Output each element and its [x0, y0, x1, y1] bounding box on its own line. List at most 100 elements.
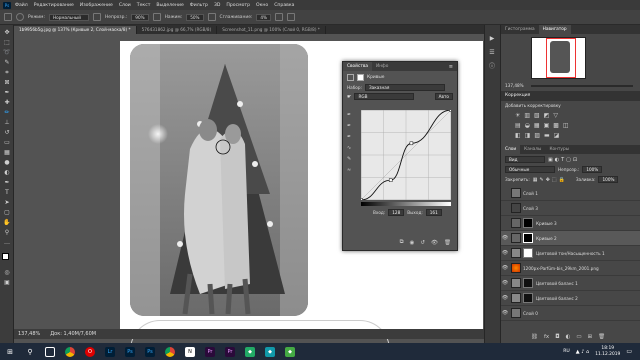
layer-opacity-input[interactable]: 100% [582, 166, 603, 173]
properties-panel-icon[interactable]: ☰ [488, 49, 496, 56]
layer-row[interactable]: Слой 1 [501, 186, 640, 201]
curve-pencil-icon[interactable]: ✎ [347, 154, 355, 165]
lock-icons[interactable]: ▦✎✥⬚🔒 [533, 177, 567, 183]
blend-mode-select[interactable]: Обычные [505, 166, 555, 173]
brush-preset-icon[interactable] [16, 13, 24, 21]
tab-info[interactable]: Инфо [372, 62, 392, 71]
layer-mask-thumbnail[interactable] [523, 293, 533, 303]
menu-item-filter[interactable]: Фильтр [190, 3, 208, 8]
menu-item-select[interactable]: Выделение [156, 3, 183, 8]
more-tools-icon[interactable]: … [3, 239, 11, 246]
airbrush-icon[interactable] [207, 13, 216, 21]
layer-mask-thumbnail[interactable] [523, 248, 533, 258]
blur-tool-icon[interactable]: ● [3, 159, 11, 166]
notion-icon[interactable]: N [180, 343, 200, 360]
crop-tool-icon[interactable]: ⌗ [3, 69, 11, 76]
curve-control-point[interactable] [449, 110, 452, 112]
info-panel-icon[interactable]: ⓘ [488, 63, 496, 70]
screen-mode-icon[interactable]: ▣ [3, 279, 11, 286]
dodge-tool-icon[interactable]: ◐ [3, 169, 11, 176]
premiere-icon[interactable]: Pr [200, 343, 220, 360]
layer-row[interactable]: 👁 Цветовой тон/Насыщенность 1 [501, 246, 640, 261]
history-panel-icon[interactable]: ▶ [488, 35, 496, 42]
trash-icon[interactable]: 🗑 [444, 240, 451, 246]
start-button[interactable]: ⊞ [0, 343, 20, 360]
curve-control-point[interactable] [409, 141, 414, 146]
menu-item-type[interactable]: Текст [137, 3, 151, 8]
clock[interactable]: 18:19 11.12.2019 [595, 346, 620, 358]
visibility-icon[interactable]: 👁 [501, 280, 509, 286]
layer-mask-thumbnail[interactable] [523, 233, 533, 243]
menu-item-window[interactable]: Окно [256, 3, 268, 8]
app-icon-3[interactable]: ◆ [280, 343, 300, 360]
tab-paths[interactable]: Контуры [545, 145, 573, 154]
quick-select-tool-icon[interactable]: ✎ [3, 59, 11, 66]
curve-control-point[interactable] [388, 178, 393, 182]
layer-row[interactable]: 👁 Слой 0 [501, 306, 640, 321]
curve-point-icon[interactable]: ∿ [347, 143, 355, 154]
search-icon[interactable]: ⚲ [20, 343, 40, 360]
layer-row[interactable]: Кривые 3 [501, 216, 640, 231]
navigator-preview[interactable] [531, 37, 586, 79]
new-group-icon[interactable]: ▭ [576, 334, 581, 340]
layer-mask-thumbnail[interactable] [523, 278, 533, 288]
link-layers-icon[interactable]: ⛓ [531, 334, 538, 340]
eyedropper-white-icon[interactable]: ✒ [347, 132, 355, 143]
view-previous-icon[interactable]: ◉ [410, 240, 415, 246]
pressure-icon[interactable] [152, 13, 161, 21]
tab-document-2[interactable]: 576431862.jpg @ 66,7% (RGB/8) [137, 26, 218, 34]
reset-icon[interactable]: ↺ [420, 240, 425, 246]
menu-item-layers[interactable]: Слои [119, 3, 131, 8]
hand-tool-icon[interactable]: ✋ [3, 219, 11, 226]
clip-to-layer-icon[interactable]: ⧉ [400, 239, 404, 246]
opera-icon[interactable]: O [80, 343, 100, 360]
opacity-input[interactable]: 90% [131, 13, 149, 21]
eraser-tool-icon[interactable]: ▭ [3, 139, 11, 146]
chrome-icon-2[interactable] [160, 343, 180, 360]
curve-graph[interactable] [361, 110, 451, 200]
navigator-view-box[interactable] [546, 38, 576, 78]
tab-document-3[interactable]: Screenshot_11.png @ 100% (Слой 0, RGB/8)… [217, 26, 326, 34]
layer-row-active[interactable]: 👁 Кривые 2 [501, 231, 640, 246]
visibility-icon[interactable]: 👁 [501, 265, 509, 271]
corrections-icons[interactable]: ☀▥▧◩▽ ▤◒▦▣▩◫ ◧◨▨▬◪ [515, 111, 625, 141]
trash-icon[interactable]: 🗑 [598, 334, 605, 340]
foreground-color-swatch[interactable] [2, 253, 9, 260]
pen-tool-icon[interactable]: ✒ [3, 179, 11, 186]
lightroom-icon[interactable]: Lr [100, 343, 120, 360]
visibility-icon[interactable]: 👁 [501, 295, 509, 301]
smooth-curve-icon[interactable]: ≈ [347, 165, 355, 176]
smoothing-input[interactable]: 4% [256, 13, 272, 21]
channel-select[interactable]: RGB [354, 93, 415, 100]
tab-document-1[interactable]: 1b9956b5g.jpg @ 137% (Кривые 2, Слой-мас… [14, 26, 137, 34]
gradient-tool-icon[interactable]: ▦ [3, 149, 11, 156]
menu-item-image[interactable]: Изображение [80, 3, 113, 8]
menu-item-file[interactable]: Файл [15, 3, 28, 8]
eyedropper-gray-icon[interactable]: ✒ [347, 121, 355, 132]
stamp-tool-icon[interactable]: ⊥ [3, 119, 11, 126]
tool-preset-icon[interactable] [4, 13, 12, 21]
layer-filter-select[interactable]: Вид [505, 156, 545, 163]
tray-icons[interactable]: ▲ ♪ ⌂ [576, 349, 589, 355]
layer-row[interactable]: 👁 1200px-Parfüm-bis_29km_2001.png [501, 261, 640, 276]
photoshop-taskbar-icon-2[interactable]: Ps [140, 343, 160, 360]
hand-adjust-icon[interactable]: ☛ [347, 94, 351, 100]
frame-tool-icon[interactable]: ⊠ [3, 79, 11, 86]
mode-select[interactable]: Нормальный [48, 13, 89, 21]
navigator-zoom-slider[interactable] [530, 84, 633, 87]
layer-filter-icons[interactable]: ▣◐T▢⊡ [548, 157, 579, 163]
visibility-icon[interactable]: 👁 [431, 240, 438, 246]
add-mask-icon[interactable]: ◘ [555, 334, 559, 340]
lasso-tool-icon[interactable]: ➰ [3, 49, 11, 56]
type-tool-icon[interactable]: T [3, 189, 11, 196]
input-value[interactable]: 128 [388, 209, 405, 216]
move-tool-icon[interactable]: ✥ [3, 29, 11, 36]
brush-tool-icon[interactable]: ✏ [3, 109, 11, 116]
layer-mask-thumbnail[interactable] [523, 218, 533, 228]
healing-tool-icon[interactable]: ✚ [3, 99, 11, 106]
visibility-icon[interactable]: 👁 [501, 250, 509, 256]
corrections-header[interactable]: Коррекция [501, 91, 640, 101]
app-icon-2[interactable]: ◆ [260, 343, 280, 360]
menu-item-help[interactable]: Справка [274, 3, 294, 8]
tab-histogram[interactable]: Гистограмма [501, 25, 539, 34]
